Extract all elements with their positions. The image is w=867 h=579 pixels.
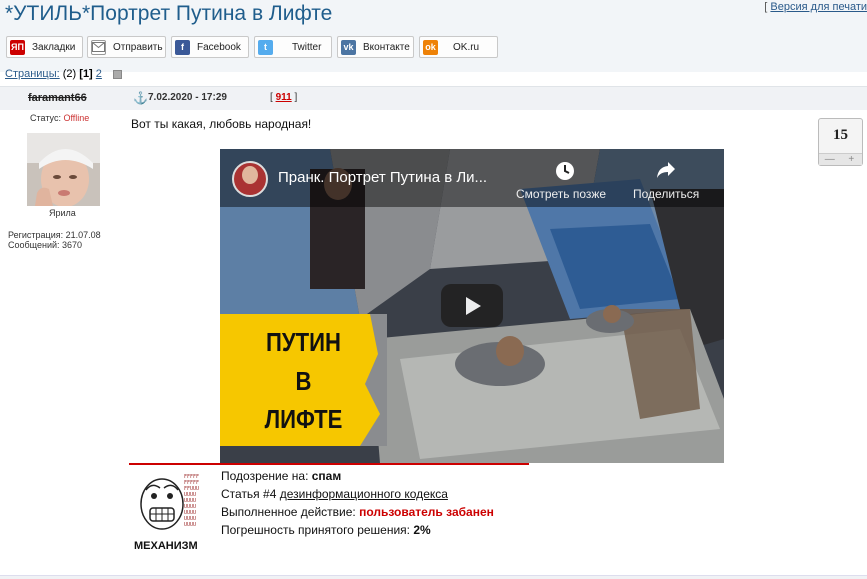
rating-value: 15 xyxy=(833,127,848,143)
thumbnail-caption: ПУТИН В ЛИФТЕ xyxy=(220,314,387,446)
pagination-next[interactable]: 2 xyxy=(96,68,102,80)
avatar[interactable] xyxy=(27,133,100,206)
post-date: 7.02.2020 - 17:29 xyxy=(148,92,227,103)
share-email-button[interactable]: Отправить xyxy=(87,36,166,58)
moderation-article: Статья #4 дезинформационного кодекса xyxy=(221,487,448,501)
post-text: Вот ты какая, любовь народная! xyxy=(131,117,312,131)
disinformation-code-link[interactable]: дезинформационного кодекса xyxy=(280,487,448,501)
rating-minus-button[interactable]: — xyxy=(819,154,841,165)
post-author[interactable]: faramant66 xyxy=(28,92,87,104)
share-vk-button[interactable]: vk Вконтакте xyxy=(337,36,414,58)
post-footer xyxy=(0,575,867,579)
twitter-icon: t xyxy=(258,39,273,55)
rating-controls: — + xyxy=(819,153,862,165)
pagination-dropdown-icon[interactable] xyxy=(112,69,122,79)
user-info: Регистрация: 21.07.08 Сообщений: 3670 xyxy=(8,230,101,250)
topic-header: *УТИЛЬ*Портрет Путина в Лифте [ Версия д… xyxy=(0,0,867,72)
video-title[interactable]: Пранк. Портрет Путина в Ли... xyxy=(278,169,487,186)
video-share-label[interactable]: Поделиться xyxy=(633,187,699,201)
share-ok-button[interactable]: ok OK.ru xyxy=(419,36,498,58)
facebook-icon: f xyxy=(175,39,190,55)
moderation-suspicion: Подозрение на: спам xyxy=(221,469,342,483)
print-version: [ Версия для печати xyxy=(764,1,867,13)
svg-text:UUUU: UUUU xyxy=(184,522,196,528)
post-number: [ 911 ] xyxy=(270,92,298,103)
envelope-icon xyxy=(91,39,106,55)
video-embed[interactable]: Пранк. Портрет Путина в Ли... Смотреть п… xyxy=(220,149,724,463)
clock-icon[interactable] xyxy=(555,161,575,181)
user-status: Статус: Offline xyxy=(30,113,90,123)
watch-later-label[interactable]: Смотреть позже xyxy=(516,187,606,201)
print-version-link[interactable]: Версия для печати xyxy=(770,1,867,13)
post-number-link[interactable]: 911 xyxy=(276,92,292,103)
share-facebook-button[interactable]: f Facebook xyxy=(171,36,249,58)
vk-icon: vk xyxy=(341,39,356,55)
odnoklassniki-icon: ok xyxy=(423,39,438,55)
topic-title: *УТИЛЬ*Портрет Путина в Лифте xyxy=(5,2,333,25)
yandex-bookmarks-icon: ЯП xyxy=(10,39,25,55)
moderator-name: МЕХАНИЗМ xyxy=(134,540,198,552)
moderation-error: Погрешность принятого решения: 2% xyxy=(221,523,431,537)
share-twitter-button[interactable]: t Twitter xyxy=(254,36,332,58)
play-button[interactable] xyxy=(441,284,503,327)
post-header: faramant66 ⚓ 7.02.2020 - 17:29 [ 911 ] xyxy=(0,86,867,110)
moderation-divider xyxy=(129,463,529,465)
pagination-label[interactable]: Страницы: xyxy=(5,68,60,80)
user-group: Ярила xyxy=(49,208,76,218)
rating-plus-button[interactable]: + xyxy=(841,154,863,165)
post-rating: 15 — + xyxy=(818,118,863,166)
anchor-icon[interactable]: ⚓ xyxy=(133,91,148,105)
share-bookmarks-button[interactable]: ЯП Закладки xyxy=(6,36,83,58)
pagination-current: [1] xyxy=(79,68,93,80)
pagination: Страницы: (2) [1] 2 xyxy=(5,68,122,80)
moderation-action: Выполненное действие: пользователь забан… xyxy=(221,505,494,519)
pagination-count: (2) xyxy=(62,68,77,80)
share-arrow-icon[interactable] xyxy=(656,161,676,179)
rage-face-icon: FFFFFFFFFFFFUUU UUUUUUUUUUUU UUUUUUUUUUU… xyxy=(136,472,204,534)
